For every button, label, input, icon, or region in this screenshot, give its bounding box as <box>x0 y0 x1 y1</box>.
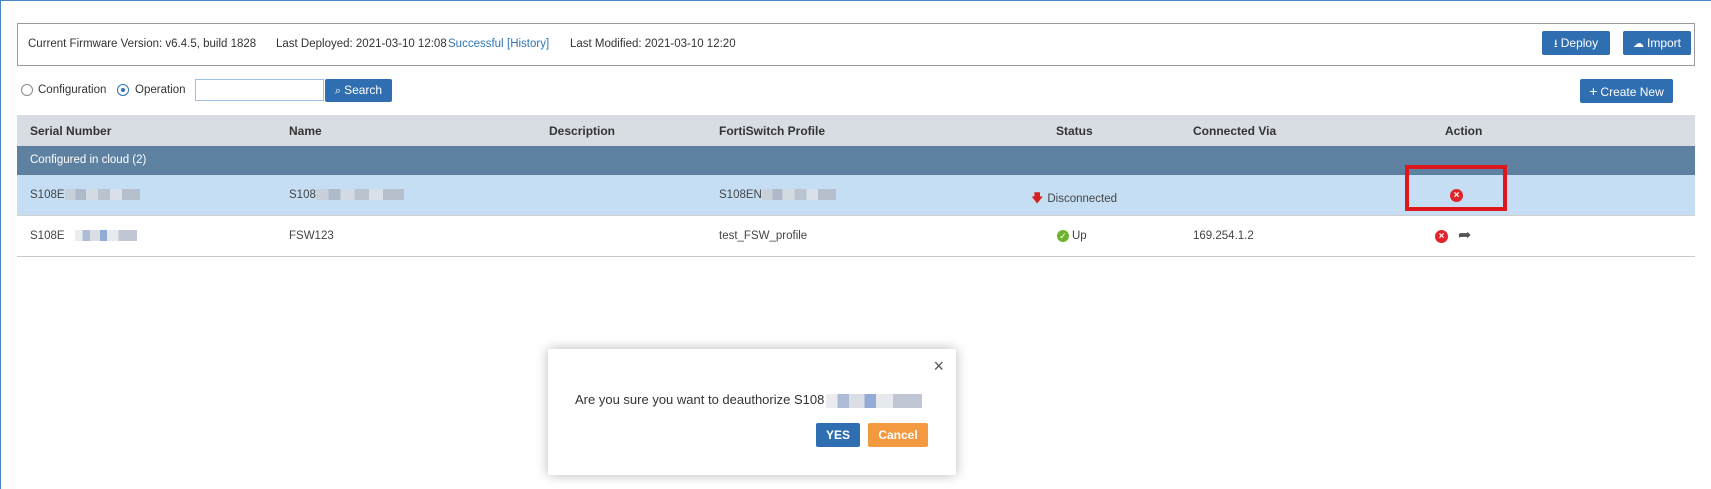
search-input[interactable] <box>195 79 324 101</box>
col-fortiswitch-profile[interactable]: FortiSwitch Profile <box>719 124 825 138</box>
search-button-label: Search <box>344 83 383 97</box>
radio-configuration-label: Configuration <box>38 84 107 96</box>
name-cell: S108 <box>289 189 404 201</box>
serial-text: S108E <box>30 230 65 242</box>
yes-button[interactable]: YES <box>816 423 860 447</box>
last-modified-label: Last Modified: 2021-03-10 12:20 <box>570 38 736 50</box>
radio-operation-label: Operation <box>135 84 186 96</box>
import-button[interactable]: ☁ Import <box>1623 31 1691 55</box>
col-description[interactable]: Description <box>549 124 615 138</box>
name-text: S108 <box>289 189 316 201</box>
status-text: Disconnected <box>1047 193 1118 205</box>
deauthorize-dialog: × Are you sure you want to deauthorize S… <box>548 349 956 475</box>
connected-via-cell: 169.254.1.2 <box>1193 230 1254 242</box>
serial-cell: S108E <box>30 230 137 242</box>
deploy-button-label: Deploy <box>1560 36 1599 50</box>
left-border <box>0 0 1 489</box>
history-link[interactable]: [History] <box>507 38 549 50</box>
deploy-status-link[interactable]: Successful <box>448 38 504 50</box>
redacted-block <box>826 393 923 408</box>
top-border <box>0 0 1711 1</box>
table-row[interactable]: S108E FSW123 test_FSW_profile ✓ Up 169.25… <box>17 216 1695 257</box>
search-icon: ⌕ <box>334 85 342 97</box>
serial-text: S108E <box>30 189 65 201</box>
col-name[interactable]: Name <box>289 124 322 138</box>
col-connected-via[interactable]: Connected Via <box>1193 124 1276 138</box>
share-arrow-icon[interactable]: ➦ <box>1458 225 1471 245</box>
plus-icon: + <box>1589 83 1598 99</box>
close-icon[interactable]: × <box>933 356 944 377</box>
deploy-button[interactable]: ⭳ Deploy <box>1542 31 1610 55</box>
cancel-button[interactable]: Cancel <box>868 423 928 447</box>
arrow-down-icon: 🡇 <box>1031 191 1044 205</box>
last-deployed-label: Last Deployed: 2021-03-10 12:08 <box>276 38 447 50</box>
redacted-block <box>315 189 404 201</box>
annotation-highlight-box <box>1405 165 1507 211</box>
profile-text: S108EN <box>719 189 762 201</box>
redacted-block <box>64 189 140 201</box>
create-new-button[interactable]: + Create New <box>1580 79 1673 103</box>
create-new-label: Create New <box>1600 85 1664 99</box>
dialog-message-text: Are you sure you want to deauthorize S10… <box>575 392 825 407</box>
cloud-upload-icon: ☁ <box>1632 38 1644 50</box>
redacted-block <box>74 230 137 242</box>
col-status[interactable]: Status <box>1056 124 1093 138</box>
status-cell: 🡇 Disconnected <box>1031 189 1117 210</box>
radio-operation[interactable] <box>117 84 129 96</box>
profile-cell: S108EN <box>719 189 836 201</box>
download-icon: ⭳ <box>1553 38 1558 50</box>
redacted-block <box>761 189 836 201</box>
firmware-version-label: Current Firmware Version: v6.4.5, build … <box>28 38 257 50</box>
name-cell: FSW123 <box>289 230 334 242</box>
col-action: Action <box>1445 124 1483 138</box>
import-button-label: Import <box>1646 36 1681 50</box>
radio-configuration[interactable] <box>21 84 33 96</box>
dialog-message: Are you sure you want to deauthorize S10… <box>575 392 923 408</box>
group-row-label: Configured in cloud (2) <box>30 154 147 166</box>
status-cell: ✓ Up <box>1057 230 1087 242</box>
search-button[interactable]: ⌕ Search <box>325 79 392 102</box>
firmware-info-bar: Current Firmware Version: v6.4.5, build … <box>17 23 1695 66</box>
col-serial-number[interactable]: Serial Number <box>30 124 111 138</box>
deauthorize-icon[interactable]: × <box>1435 230 1448 243</box>
check-circle-icon: ✓ <box>1057 230 1069 242</box>
profile-cell: test_FSW_profile <box>719 230 808 242</box>
table-header: Serial Number Name Description FortiSwit… <box>17 115 1695 146</box>
status-text: Up <box>1072 230 1087 243</box>
serial-cell: S108E <box>30 189 140 201</box>
